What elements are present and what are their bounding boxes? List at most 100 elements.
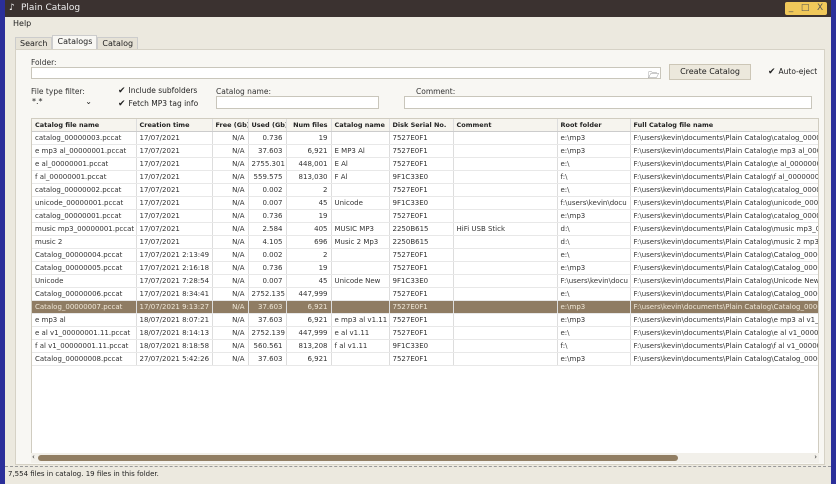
column-header[interactable]: Root folder (557, 119, 631, 132)
table-row[interactable]: f al_00000001.pccat 17/07/2021 N/A 559.575 8… (32, 170, 818, 184)
include-subfolders-checkbox[interactable]: ✔ Include subfolders (118, 86, 197, 96)
table-row[interactable]: catalog_00000003.pccat 17/07/2021 N/A 0.736… (32, 131, 818, 145)
table-row[interactable]: Unicode 17/07/2021 7:28:54 N/A 0.007 45 Unico… (32, 274, 818, 288)
table-cell: e:\mp3 (557, 313, 631, 327)
table-cell: 7527E0F1 (389, 352, 454, 366)
table-row[interactable]: Catalog_00000006.pccat 17/07/2021 8:34:41… (32, 287, 818, 301)
column-header[interactable]: Comment (453, 119, 558, 132)
table-cell (453, 352, 558, 366)
table-cell: 6,921 (286, 352, 332, 366)
table-cell: N/A (212, 183, 249, 197)
table-cell (453, 300, 558, 314)
table-cell: N/A (212, 261, 249, 275)
table-cell: N/A (212, 326, 249, 340)
table-cell: 45 (286, 274, 332, 288)
scroll-right-icon[interactable]: › (814, 453, 817, 461)
column-header[interactable]: Catalog name (331, 119, 390, 132)
table-row[interactable]: e al_00000001.pccat 17/07/2021 N/A 2755.301… (32, 157, 818, 171)
table-cell (453, 144, 558, 158)
table-cell: N/A (212, 196, 249, 210)
table-row[interactable]: music mp3_00000001.pccat 17/07/2021 N/A 2.5… (32, 222, 818, 236)
column-header[interactable]: Free (Gb) (212, 119, 249, 132)
file-type-select[interactable]: *.* ⌄ (31, 96, 95, 108)
table-cell: 37.603 (248, 300, 287, 314)
comment-input[interactable] (404, 96, 812, 109)
table-row[interactable]: Catalog_00000007.pccat 17/07/2021 9:13:27… (32, 300, 818, 314)
column-header[interactable]: Full Catalog file name (630, 119, 818, 132)
table-cell: HiFi USB Stick (453, 222, 558, 236)
table-cell: 7527E0F1 (389, 144, 454, 158)
table-cell: e:\mp3 (557, 209, 631, 223)
table-cell: 7527E0F1 (389, 183, 454, 197)
table-cell: 17/07/2021 (136, 131, 213, 145)
table-row[interactable]: f al v1_00000001.11.pccat 18/07/2021 8:18… (32, 339, 818, 353)
table-cell: 2752.135 (248, 287, 287, 301)
table-cell (453, 339, 558, 353)
fetch-mp3-checkbox[interactable]: ✔ Fetch MP3 tag info (118, 99, 198, 109)
table-cell: 7527E0F1 (389, 157, 454, 171)
table-cell: F:\users\kevin\documents\Plain Catalog\e… (630, 313, 818, 327)
maximize-button[interactable]: □ (801, 0, 810, 17)
folder-input[interactable] (31, 67, 661, 79)
horizontal-scrollbar[interactable]: ‹ › (31, 453, 819, 463)
table-cell: catalog_00000001.pccat (32, 209, 137, 223)
tab-catalogs[interactable]: Catalogs (52, 35, 98, 49)
status-bar: 7,554 files in catalog. 19 files in this… (5, 466, 831, 484)
column-header[interactable]: Num files (286, 119, 332, 132)
table-cell: 7527E0F1 (389, 209, 454, 223)
table-cell: 0.736 (248, 131, 287, 145)
minimize-button[interactable]: _ (789, 0, 794, 17)
auto-eject-checkbox[interactable]: ✔ Auto-eject (768, 67, 817, 77)
table-cell: MUSIC MP3 (331, 222, 390, 236)
table-cell: 7527E0F1 (389, 326, 454, 340)
table-cell: e:\mp3 (557, 144, 631, 158)
table-row[interactable]: Catalog_00000005.pccat 17/07/2021 2:16:18… (32, 261, 818, 275)
menu-help[interactable]: Help (13, 19, 31, 28)
column-header[interactable]: Creation time (136, 119, 213, 132)
table-cell: 447,999 (286, 287, 332, 301)
table-cell: E MP3 Al (331, 144, 390, 158)
table-row[interactable]: e mp3 al 18/07/2021 8:07:21 N/A 37.603 6,921… (32, 313, 818, 327)
table-cell: Catalog_00000008.pccat (32, 352, 137, 366)
table-row[interactable]: e al v1_00000001.11.pccat 18/07/2021 8:14… (32, 326, 818, 340)
create-catalog-button[interactable]: Create Catalog (669, 64, 751, 80)
table-cell: 2.584 (248, 222, 287, 236)
table-cell: 0.002 (248, 248, 287, 262)
table-row[interactable]: e mp3 al_00000001.pccat 17/07/2021 N/A 37.6… (32, 144, 818, 158)
tab-catalog[interactable]: Catalog (97, 37, 139, 49)
table-cell: 9F1C33E0 (389, 170, 454, 184)
table-cell: catalog_00000002.pccat (32, 183, 137, 197)
column-header[interactable]: Disk Serial No. (389, 119, 454, 132)
table-row[interactable]: catalog_00000002.pccat 17/07/2021 N/A 0.002… (32, 183, 818, 197)
table-cell: N/A (212, 339, 249, 353)
catalog-name-input[interactable] (216, 96, 379, 109)
table-row[interactable]: catalog_00000001.pccat 17/07/2021 N/A 0.736… (32, 209, 818, 223)
chevron-down-icon: ⌄ (85, 97, 92, 106)
close-button[interactable]: X (817, 0, 823, 17)
table-cell: 17/07/2021 (136, 183, 213, 197)
table-cell: F:\users\kevin\documents\Plain Catalog\C… (630, 300, 818, 314)
table-cell: F:\users\kevin\documents\Plain Catalog\m… (630, 235, 818, 249)
scrollbar-thumb[interactable] (38, 455, 678, 461)
table-cell: 9F1C33E0 (389, 339, 454, 353)
table-row[interactable]: Catalog_00000008.pccat 27/07/2021 5:42:26… (32, 352, 818, 366)
table-row[interactable]: unicode_00000001.pccat 17/07/2021 N/A 0.007… (32, 196, 818, 210)
table-row[interactable]: Catalog_00000004.pccat 17/07/2021 2:13:49… (32, 248, 818, 262)
catalog-name-label: Catalog name: (216, 87, 271, 96)
table-cell: 19 (286, 131, 332, 145)
window-controls: _ □ X (785, 2, 827, 15)
scroll-left-icon[interactable]: ‹ (32, 453, 35, 461)
title-bar: ♪ Plain Catalog _ □ X (5, 0, 831, 17)
column-header[interactable]: Used (Gb) (248, 119, 287, 132)
table-cell: Catalog_00000004.pccat (32, 248, 137, 262)
table-cell: e mp3 al v1.11 (331, 313, 390, 327)
table-cell: 9F1C33E0 (389, 274, 454, 288)
table-row[interactable]: music 2 17/07/2021 N/A 4.105 696 Music 2 Mp3 2… (32, 235, 818, 249)
table-cell: N/A (212, 131, 249, 145)
table-cell: 6,921 (286, 300, 332, 314)
folder-browse-icon[interactable]: 🗁 (648, 68, 659, 84)
column-header[interactable]: Catalog file name (32, 119, 137, 132)
table-cell: 27/07/2021 5:42:26 (136, 352, 213, 366)
table-cell: E Al (331, 157, 390, 171)
tab-search[interactable]: Search (15, 37, 53, 49)
